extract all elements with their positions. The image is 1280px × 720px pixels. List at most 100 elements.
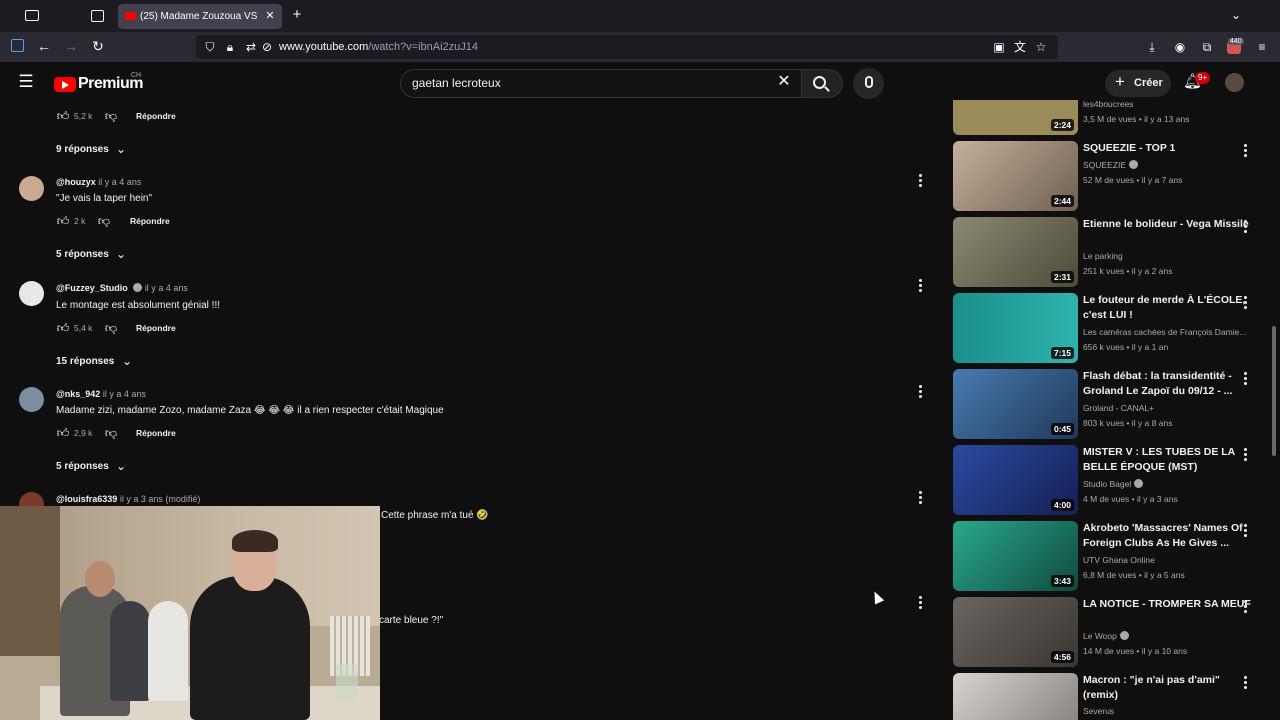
view-replies-button[interactable]: 15 réponses <box>56 356 114 367</box>
reply-button[interactable]: Répondre <box>136 323 176 333</box>
tab-active[interactable]: (25) Madame Zouzoua VS Minis ✕ <box>118 4 282 29</box>
commenter-avatar[interactable] <box>19 387 44 412</box>
comment-menu-icon[interactable] <box>918 279 922 293</box>
permissions-icon[interactable]: ⇄ <box>243 40 259 56</box>
tab-list-chevron-icon[interactable]: ⌄ <box>1228 8 1244 24</box>
commenter-avatar[interactable] <box>19 176 44 201</box>
view-replies-button[interactable]: 5 réponses <box>56 461 109 472</box>
youtube-favicon-icon <box>125 12 136 20</box>
view-replies-button[interactable]: 9 réponses <box>56 144 109 155</box>
video-title[interactable]: Le fouteur de merde À L'ÉCOLE, c'est LUI… <box>1083 293 1253 323</box>
clear-search-icon[interactable]: ✕ <box>776 74 792 91</box>
download-icon[interactable]: ⤓ <box>1144 40 1160 56</box>
video-thumbnail[interactable]: 2:44 <box>953 141 1078 211</box>
dislike-icon[interactable]: 👎︎ <box>103 109 119 125</box>
picture-icon[interactable]: ▣ <box>991 40 1007 56</box>
shield-icon[interactable]: ⛉ <box>202 40 218 56</box>
video-menu-icon[interactable] <box>1243 296 1247 310</box>
video-channel[interactable]: UTV Ghana Online <box>1083 555 1253 565</box>
hamburger-icon[interactable]: ☰ <box>18 73 34 91</box>
comment-author[interactable]: @nks_942 il y a 4 ans <box>56 389 146 399</box>
comment-menu-icon[interactable] <box>918 385 922 399</box>
tab-close-icon[interactable]: ✕ <box>262 9 278 25</box>
verified-icon <box>1128 160 1138 169</box>
video-title[interactable]: LA NOTICE - TROMPER SA MEUF <box>1083 597 1253 612</box>
video-channel[interactable]: SQUEEZIE <box>1083 160 1253 170</box>
like-icon[interactable]: 👍︎ <box>55 109 71 125</box>
handle-text: @nks_942 <box>56 389 101 399</box>
video-thumbnail[interactable]: 4:00 <box>953 445 1078 515</box>
comment-menu-icon[interactable] <box>918 596 922 610</box>
video-title[interactable]: Akrobeto 'Massacres' Names Of Foreign Cl… <box>1083 521 1253 551</box>
video-thumbnail[interactable]: 2:24 <box>953 100 1078 135</box>
sidebar-icon[interactable] <box>11 39 24 52</box>
video-channel[interactable]: Les caméras cachées de François Damie... <box>1083 327 1253 337</box>
comment-author[interactable]: @houzyx il y a 4 ans <box>56 177 141 187</box>
video-duration: 3:43 <box>1050 575 1074 587</box>
reply-button[interactable]: Répondre <box>136 428 176 438</box>
video-thumbnail[interactable]: 0:45 <box>953 369 1078 439</box>
chevron-down-icon: ⌄ <box>115 459 127 473</box>
mouse-cursor-icon <box>869 589 885 605</box>
video-channel[interactable]: Le Woop <box>1083 631 1253 641</box>
comment-menu-icon[interactable] <box>918 174 922 188</box>
comment-author[interactable]: @Fuzzey_Studio il y a 4 ans <box>56 283 188 293</box>
video-channel[interactable]: Le parking <box>1083 251 1253 261</box>
extensions-icon[interactable]: ⧉ <box>1199 40 1215 56</box>
lock-icon[interactable]: 🔒︎ <box>222 40 238 56</box>
video-title[interactable]: Macron : "je n'ai pas d'ami" (remix) <box>1083 673 1253 703</box>
new-tab-icon[interactable]: + <box>289 7 305 24</box>
reply-button[interactable]: Répondre <box>130 216 170 226</box>
handle-text: @houzyx <box>56 177 96 187</box>
like-count: 5,4 k <box>74 323 93 333</box>
video-menu-icon[interactable] <box>1243 600 1247 614</box>
video-thumbnail[interactable]: 2:31 <box>953 217 1078 287</box>
video-title[interactable]: Flash débat : la transidentité - Groland… <box>1083 369 1253 399</box>
video-title[interactable]: SQUEEZIE - TOP 1 <box>1083 141 1253 156</box>
video-title[interactable]: Etienne le bolideur - Vega Missile <box>1083 217 1253 232</box>
tab-overview-icon[interactable] <box>91 10 104 22</box>
video-menu-icon[interactable] <box>1243 524 1247 538</box>
menu-icon[interactable]: ≡ <box>1254 40 1270 56</box>
back-icon[interactable]: ← <box>36 39 52 55</box>
dislike-icon[interactable]: 👎︎ <box>96 214 112 230</box>
video-thumbnail[interactable]: 7:15 <box>953 293 1078 363</box>
verified-icon <box>1134 479 1144 488</box>
account-icon[interactable]: ◉ <box>1172 40 1188 56</box>
account-avatar[interactable] <box>1225 73 1244 92</box>
webcam-overlay <box>0 506 380 720</box>
sidebar-toggle-icon[interactable] <box>25 10 39 21</box>
video-menu-icon[interactable] <box>1243 372 1247 386</box>
video-menu-icon[interactable] <box>1243 676 1247 690</box>
video-channel[interactable]: Studio Bagel <box>1083 479 1253 489</box>
comment-text: Le montage est absolument génial !!! <box>56 300 220 311</box>
dislike-icon[interactable]: 👎︎ <box>103 426 119 442</box>
camera-blocked-icon[interactable]: ⊘ <box>259 40 275 56</box>
video-menu-icon[interactable] <box>1243 448 1247 462</box>
dislike-icon[interactable]: 👎︎ <box>103 321 119 337</box>
commenter-avatar[interactable] <box>19 281 44 306</box>
translate-icon[interactable]: 文 <box>1012 40 1028 56</box>
bookmark-star-icon[interactable]: ☆ <box>1033 40 1049 56</box>
video-channel[interactable]: les4boucrees <box>1083 99 1253 109</box>
comment-author[interactable]: @louisfra6339 il y a 3 ans (modifié) <box>56 494 200 504</box>
video-thumbnail[interactable]: 4:56 <box>953 597 1078 667</box>
page-scrollbar[interactable] <box>1272 326 1276 456</box>
like-icon[interactable]: 👍︎ <box>55 214 71 230</box>
like-icon[interactable]: 👍︎ <box>55 426 71 442</box>
like-icon[interactable]: 👍︎ <box>55 321 71 337</box>
forward-icon[interactable]: → <box>63 39 79 55</box>
video-thumbnail[interactable] <box>953 673 1078 720</box>
reload-icon[interactable]: ↻ <box>90 39 106 55</box>
comment-menu-icon[interactable] <box>918 491 922 505</box>
video-menu-icon[interactable] <box>1243 220 1247 234</box>
video-thumbnail[interactable]: 3:43 <box>953 521 1078 591</box>
notification-badge: 9+ <box>1195 72 1211 84</box>
video-channel[interactable]: Severus <box>1083 706 1253 716</box>
video-menu-icon[interactable] <box>1243 144 1247 158</box>
view-replies-button[interactable]: 5 réponses <box>56 249 109 260</box>
reply-button[interactable]: Répondre <box>136 111 176 121</box>
video-channel[interactable]: Groland - CANAL+ <box>1083 403 1253 413</box>
video-title[interactable]: MISTER V : LES TUBES DE LA BELLE ÉPOQUE … <box>1083 445 1253 475</box>
url-text[interactable]: www.youtube.com/watch?v=ibnAi2zuJ14 <box>279 41 478 53</box>
